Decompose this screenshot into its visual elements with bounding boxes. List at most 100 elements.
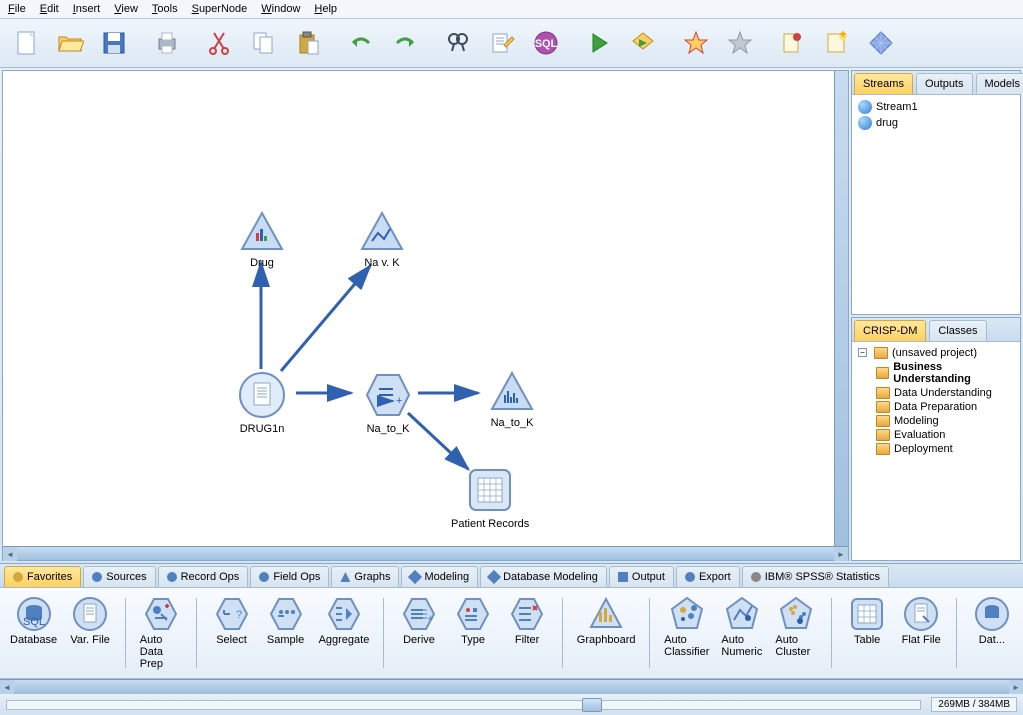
palette-item-aggregate[interactable]: Aggregate <box>319 596 370 670</box>
palette-item-icon <box>669 596 705 632</box>
star-gray-button[interactable] <box>720 23 760 63</box>
crispdm-item[interactable]: Business Understanding <box>856 360 1016 386</box>
stream-item[interactable]: Stream1 <box>856 99 1016 115</box>
streams-tree[interactable]: Stream1 drug <box>852 95 1020 314</box>
menu-file[interactable]: File <box>8 3 26 15</box>
status-bar: 269MB / 384MB <box>0 693 1023 715</box>
palette-item-sample[interactable]: Sample <box>265 596 307 670</box>
tab-classes[interactable]: Classes <box>929 320 986 341</box>
svg-text:SQL: SQL <box>535 38 558 50</box>
menu-supernode[interactable]: SuperNode <box>192 3 248 15</box>
ptab-fieldops[interactable]: Field Ops <box>250 566 329 587</box>
tab-outputs[interactable]: Outputs <box>916 73 973 94</box>
palette-item-graphboard[interactable]: Graphboard <box>577 596 636 670</box>
node-patient-records[interactable]: Patient Records <box>451 466 529 530</box>
palette-item-auto-cluster[interactable]: Auto Cluster <box>775 596 817 670</box>
ptab-sources[interactable]: Sources <box>83 566 155 587</box>
circle-icon <box>167 572 177 582</box>
menu-edit[interactable]: Edit <box>40 3 59 15</box>
palette-item-select[interactable]: ?Select <box>211 596 253 670</box>
ptab-recordops[interactable]: Record Ops <box>158 566 249 587</box>
diamond-button[interactable] <box>861 23 901 63</box>
pin-button[interactable] <box>773 23 813 63</box>
canvas-vscroll[interactable] <box>834 71 848 546</box>
palette-item-icon <box>72 596 108 632</box>
tab-models[interactable]: Models <box>976 73 1023 94</box>
run-selection-button[interactable] <box>623 23 663 63</box>
tab-crispdm[interactable]: CRISP-DM <box>854 320 926 341</box>
palette-item-type[interactable]: Type <box>452 596 494 670</box>
crispdm-tree[interactable]: −(unsaved project) Business Understandin… <box>852 342 1020 561</box>
edit-doc-button[interactable] <box>482 23 522 63</box>
ptab-export[interactable]: Export <box>676 566 740 587</box>
ptab-spss[interactable]: IBM® SPSS® Statistics <box>742 566 889 587</box>
svg-text:+: + <box>427 613 433 625</box>
node-navk[interactable]: Na v. K <box>358 211 406 269</box>
palette-hscroll[interactable]: ◄ ► <box>0 679 1023 693</box>
palette-item-label: Sample <box>267 634 304 646</box>
palette-item-filter[interactable]: Filter <box>506 596 548 670</box>
palette-tabs: Favorites Sources Record Ops Field Ops G… <box>0 564 1023 588</box>
palette-item-flat-file[interactable]: Flat File <box>900 596 942 670</box>
palette-item-dat-[interactable]: Dat... <box>971 596 1013 670</box>
cut-button[interactable] <box>200 23 240 63</box>
palette-item-database[interactable]: SQLDatabase <box>10 596 57 670</box>
circle-icon <box>751 572 761 582</box>
ptab-graphs[interactable]: Graphs <box>331 566 399 587</box>
open-button[interactable] <box>50 23 90 63</box>
node-drug[interactable]: Drug <box>238 211 286 269</box>
menu-help[interactable]: Help <box>314 3 337 15</box>
palette-item-derive[interactable]: +Derive <box>398 596 440 670</box>
svg-text:SQL: SQL <box>23 616 45 628</box>
crispdm-item[interactable]: Modeling <box>856 414 1016 428</box>
palette-item-label: Filter <box>515 634 539 646</box>
palette-item-icon <box>326 596 362 632</box>
crispdm-item[interactable]: Data Preparation <box>856 400 1016 414</box>
menu-view[interactable]: View <box>114 3 138 15</box>
crispdm-item[interactable]: Data Understanding <box>856 386 1016 400</box>
node-natok-hex[interactable]: + Na_to_K <box>363 371 413 435</box>
find-button[interactable] <box>438 23 478 63</box>
tab-streams[interactable]: Streams <box>854 73 913 94</box>
ptab-modeling[interactable]: Modeling <box>401 566 478 587</box>
favorite-button[interactable] <box>676 23 716 63</box>
redo-button[interactable] <box>385 23 425 63</box>
palette-items: SQLDatabase Var. File Auto Data Prep ?Selec… <box>0 588 1023 679</box>
palette-item-icon: SQL <box>16 596 52 632</box>
palette-item-icon <box>509 596 545 632</box>
note-button[interactable] <box>817 23 857 63</box>
menu-window[interactable]: Window <box>261 3 300 15</box>
crispdm-item[interactable]: Deployment <box>856 442 1016 456</box>
run-button[interactable] <box>579 23 619 63</box>
palette-item-label: Aggregate <box>319 634 370 646</box>
status-slider[interactable] <box>6 700 921 710</box>
main-toolbar: SQL <box>0 19 1023 68</box>
palette-item-label: Var. File <box>70 634 110 646</box>
new-button[interactable] <box>6 23 46 63</box>
crispdm-item[interactable]: Evaluation <box>856 428 1016 442</box>
ptab-dbmodeling[interactable]: Database Modeling <box>480 566 607 587</box>
palette-item-table[interactable]: Table <box>846 596 888 670</box>
copy-button[interactable] <box>244 23 284 63</box>
node-natok-tri[interactable]: Na_to_K <box>488 371 536 429</box>
ptab-output[interactable]: Output <box>609 566 674 587</box>
menu-insert[interactable]: Insert <box>73 3 101 15</box>
stream-canvas[interactable]: Drug Na v. K DRUG1n + Na_to_K <box>3 71 834 546</box>
print-button[interactable] <box>147 23 187 63</box>
palette-item-auto-numeric[interactable]: Auto Numeric <box>721 596 763 670</box>
palette-item-var-file[interactable]: Var. File <box>69 596 111 670</box>
node-drug1n[interactable]: DRUG1n <box>238 371 286 435</box>
canvas-hscroll[interactable]: ◄ ► <box>3 546 848 560</box>
sql-button[interactable]: SQL <box>526 23 566 63</box>
project-root[interactable]: −(unsaved project) <box>856 346 1016 360</box>
node-label: Patient Records <box>451 518 529 530</box>
stream-item[interactable]: drug <box>856 115 1016 131</box>
save-button[interactable] <box>94 23 134 63</box>
menu-tools[interactable]: Tools <box>152 3 178 15</box>
undo-button[interactable] <box>341 23 381 63</box>
palette-item-auto-data-prep[interactable]: Auto Data Prep <box>140 596 182 670</box>
paste-button[interactable] <box>288 23 328 63</box>
palette-item-auto-classifier[interactable]: Auto Classifier <box>664 596 709 670</box>
palette-item-icon <box>143 596 179 632</box>
ptab-favorites[interactable]: Favorites <box>4 566 81 587</box>
